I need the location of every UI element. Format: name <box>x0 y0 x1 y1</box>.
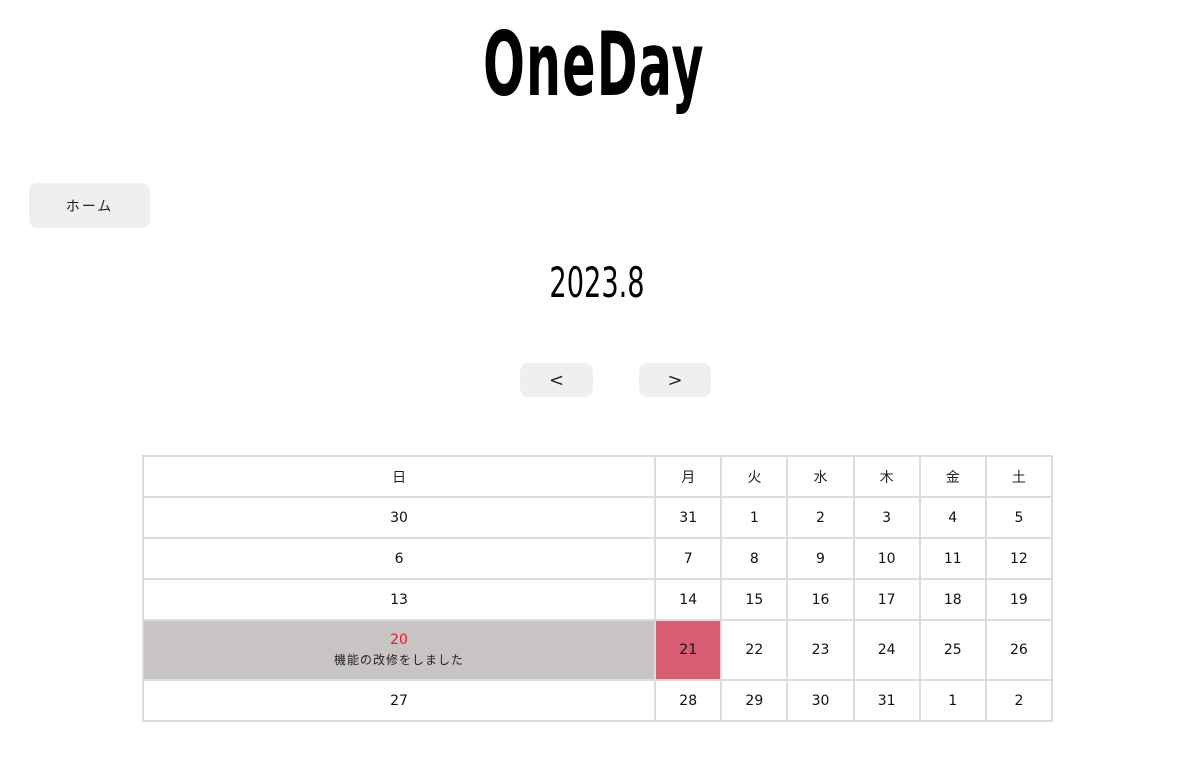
day-cell[interactable]: 11 <box>918 537 987 580</box>
day-cell[interactable]: 10 <box>852 537 921 580</box>
day-cell[interactable]: 3 <box>852 496 921 539</box>
day-cell[interactable]: 1 <box>720 496 789 539</box>
day-cell[interactable]: 19 <box>984 578 1054 621</box>
home-button[interactable]: ホーム <box>29 183 150 228</box>
day-cell[interactable]: 17 <box>852 578 921 621</box>
weekday-mon: 月 <box>654 455 723 498</box>
day-cell[interactable]: 7 <box>654 537 723 580</box>
week-row: 13 14 15 16 17 18 19 <box>141 578 1054 621</box>
day-cell[interactable]: 15 <box>720 578 789 621</box>
day-cell[interactable]: 28 <box>654 679 723 722</box>
day-cell[interactable]: 16 <box>786 578 855 621</box>
month-title: 2023.8 <box>549 258 645 307</box>
day-cell[interactable]: 2 <box>984 679 1054 722</box>
day-cell[interactable]: 31 <box>654 496 723 539</box>
day-cell[interactable]: 30 <box>786 679 855 722</box>
week-row: 6 7 8 9 10 11 12 <box>141 537 1054 580</box>
calendar-table: 日 月 火 水 木 金 土 30 31 1 2 3 4 5 6 7 8 9 10… <box>141 455 1054 722</box>
day-cell[interactable]: 30 <box>141 496 657 539</box>
day-cell[interactable]: 27 <box>141 679 657 722</box>
day-cell[interactable]: 24 <box>852 619 921 681</box>
day-cell[interactable]: 29 <box>720 679 789 722</box>
weekday-sat: 土 <box>984 455 1054 498</box>
day-cell[interactable]: 22 <box>720 619 789 681</box>
prev-month-button[interactable]: < <box>520 363 593 397</box>
day-cell[interactable]: 31 <box>852 679 921 722</box>
next-month-button[interactable]: > <box>639 363 711 397</box>
day-cell[interactable]: 2 <box>786 496 855 539</box>
day-cell-today[interactable]: 21 <box>654 619 723 681</box>
day-cell[interactable]: 5 <box>984 496 1054 539</box>
day-number: 20 <box>390 632 408 648</box>
week-row: 30 31 1 2 3 4 5 <box>141 496 1054 539</box>
weekday-wed: 水 <box>786 455 855 498</box>
day-cell[interactable]: 18 <box>918 578 987 621</box>
day-cell[interactable]: 6 <box>141 537 657 580</box>
app-logo: OneDay <box>483 13 705 116</box>
day-cell[interactable]: 1 <box>918 679 987 722</box>
day-cell[interactable]: 14 <box>654 578 723 621</box>
weekday-fri: 金 <box>918 455 987 498</box>
day-cell[interactable]: 4 <box>918 496 987 539</box>
day-cell[interactable]: 25 <box>918 619 987 681</box>
weekday-thu: 木 <box>852 455 921 498</box>
weekday-header-row: 日 月 火 水 木 金 土 <box>141 455 1054 498</box>
event-text: 機能の改修をしました <box>334 653 465 667</box>
day-cell[interactable]: 8 <box>720 537 789 580</box>
weekday-tue: 火 <box>720 455 789 498</box>
day-cell[interactable]: 13 <box>141 578 657 621</box>
day-cell[interactable]: 12 <box>984 537 1054 580</box>
day-cell[interactable]: 26 <box>984 619 1054 681</box>
weekday-sun: 日 <box>141 455 657 498</box>
day-cell[interactable]: 9 <box>786 537 855 580</box>
day-cell-selected[interactable]: 20 機能の改修をしました <box>141 619 657 681</box>
week-row: 20 機能の改修をしました 21 22 23 24 25 26 <box>141 619 1054 681</box>
week-row: 27 28 29 30 31 1 2 <box>141 679 1054 722</box>
day-cell[interactable]: 23 <box>786 619 855 681</box>
